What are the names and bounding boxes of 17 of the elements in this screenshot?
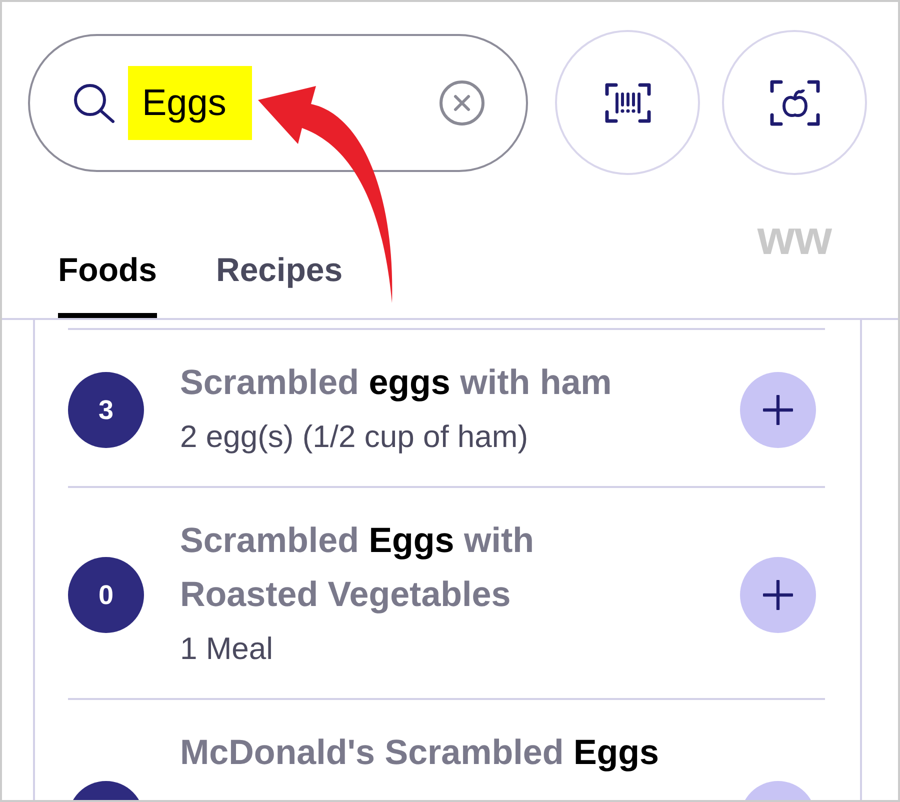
result-detail: 2 egg(s) (1/2 cup of ham) — [180, 418, 530, 456]
result-title[interactable]: Scrambled eggs with ham — [180, 356, 672, 410]
count-badge: 3 — [68, 372, 144, 448]
plus-icon — [763, 395, 793, 425]
result-detail: 1 Meal — [180, 630, 274, 668]
result-title[interactable]: Scrambled Eggs with Roasted Vegetables — [180, 514, 672, 622]
count-badge: 0 — [68, 557, 144, 633]
tab[interactable]: Foods — [58, 215, 157, 318]
plus-icon — [763, 580, 793, 610]
result-title[interactable]: McDonald's Scrambled Eggs — [180, 726, 672, 780]
tab[interactable]: Recipes — [216, 215, 343, 318]
search-icon — [73, 82, 115, 122]
apple-scan-icon — [770, 80, 820, 126]
search-query: Eggs — [128, 66, 252, 140]
search-field[interactable]: Eggs — [28, 34, 528, 172]
clear-icon[interactable] — [439, 80, 485, 126]
barcode-scan-icon — [604, 82, 650, 122]
